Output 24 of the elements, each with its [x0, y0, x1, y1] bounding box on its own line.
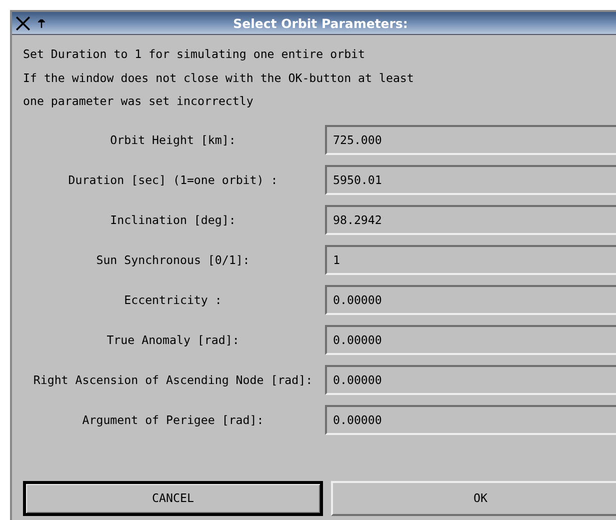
input-field[interactable]: 0.00000 [325, 284, 616, 314]
field-label: Eccentricity : [123, 292, 223, 306]
field-label: Argument of Perigee [rad]: [81, 412, 265, 426]
x-logo-icon [15, 16, 31, 30]
input-field[interactable]: 0.00000 [325, 404, 616, 434]
input-field[interactable]: 0.00000 [325, 364, 616, 394]
field-label: Duration [sec] (1=one orbit) : [67, 172, 279, 186]
input-field[interactable]: 0.00000 [325, 324, 616, 354]
input-field[interactable]: 725.000 [325, 124, 616, 154]
window-title: Select Orbit Parameters: [232, 16, 409, 30]
ok-button[interactable]: OK [331, 480, 616, 516]
field-label: Sun Synchronous [0/1]: [95, 252, 251, 266]
field-label: True Anomaly [rad]: [106, 332, 240, 346]
input-field[interactable]: 5950.01 [325, 164, 616, 194]
cancel-button[interactable]: CANCEL [23, 480, 323, 516]
field-label: Inclination [deg]: [109, 212, 237, 226]
input-field[interactable]: 98.2942 [325, 204, 616, 234]
instruction-text: one parameter was set incorrectly [23, 93, 254, 110]
field-label: Orbit Height [km]: [109, 132, 237, 146]
field-label: Right Ascension of Ascending Node [rad]: [32, 372, 314, 386]
instruction-text: Set Duration to 1 for simulating one entire orbit [23, 46, 366, 63]
pin-icon[interactable] [38, 18, 45, 28]
instruction-text: If the window does not close with the OK-button at least [23, 70, 415, 86]
input-field[interactable]: 1 [325, 244, 616, 274]
